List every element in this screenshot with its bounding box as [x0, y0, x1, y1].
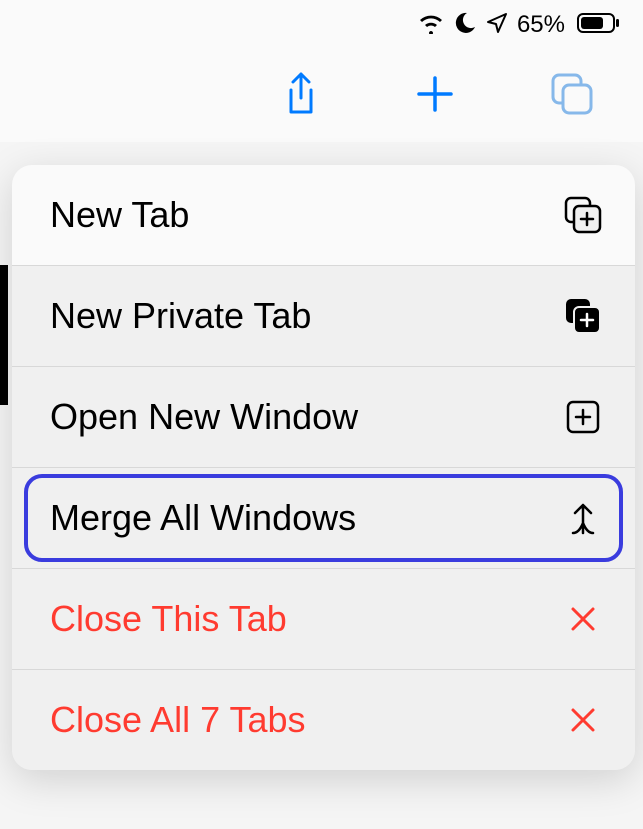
close-icon	[561, 597, 605, 641]
menu-item-label: Close This Tab	[50, 598, 287, 640]
tabs-icon[interactable]	[549, 71, 595, 117]
context-menu: New Tab New Private Tab Open New Window …	[12, 165, 635, 770]
plus-square-icon	[561, 395, 605, 439]
new-tab-icon	[561, 193, 605, 237]
location-icon	[485, 11, 509, 40]
menu-item-open-new-window[interactable]: Open New Window	[12, 367, 635, 468]
battery-percent: 65%	[517, 11, 565, 39]
new-private-tab-icon	[561, 294, 605, 338]
menu-item-label: Merge All Windows	[50, 497, 356, 539]
menu-item-close-all-tabs[interactable]: Close All 7 Tabs	[12, 670, 635, 770]
menu-item-new-tab[interactable]: New Tab	[12, 165, 635, 266]
merge-icon	[561, 496, 605, 540]
menu-item-label: Close All 7 Tabs	[50, 699, 305, 741]
menu-item-close-this-tab[interactable]: Close This Tab	[12, 569, 635, 670]
plus-icon[interactable]	[413, 72, 457, 116]
share-icon[interactable]	[281, 70, 321, 118]
menu-item-label: New Private Tab	[50, 295, 311, 337]
menu-item-label: New Tab	[50, 194, 189, 236]
menu-item-new-private-tab[interactable]: New Private Tab	[12, 266, 635, 367]
close-icon	[561, 698, 605, 742]
menu-item-merge-all-windows[interactable]: Merge All Windows	[12, 468, 635, 569]
background-edge	[0, 265, 8, 405]
toolbar	[0, 50, 643, 142]
status-bar: 65%	[0, 0, 643, 50]
menu-item-label: Open New Window	[50, 396, 358, 438]
moon-icon	[453, 11, 477, 40]
wifi-icon	[417, 12, 445, 39]
battery-icon	[577, 13, 619, 38]
